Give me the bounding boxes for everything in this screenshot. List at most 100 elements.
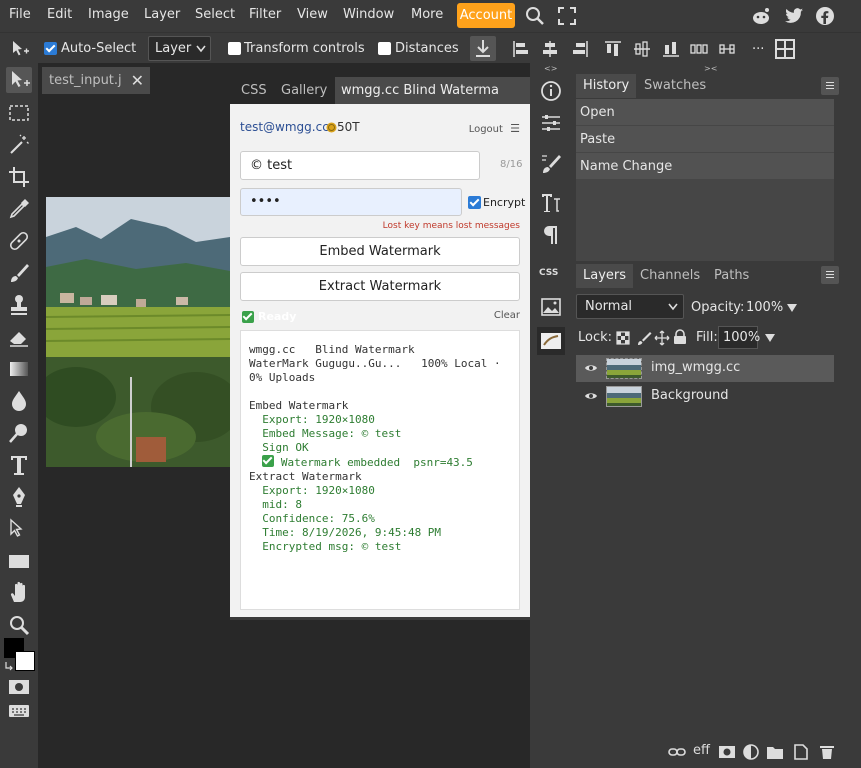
marquee-tool[interactable]: [6, 100, 32, 126]
embed-watermark-button[interactable]: Embed Watermark: [240, 237, 520, 266]
blur-tool[interactable]: [6, 388, 32, 414]
eraser-tool[interactable]: [6, 324, 32, 350]
lock-position-icon[interactable]: [654, 330, 670, 346]
tab-swatches[interactable]: Swatches: [644, 74, 706, 98]
layer-row[interactable]: Background: [576, 383, 834, 410]
transform-controls-checkbox[interactable]: [228, 42, 241, 55]
align-bottom-icon[interactable]: [662, 40, 680, 58]
brush-tool[interactable]: [6, 260, 32, 286]
tab-gallery[interactable]: Gallery: [281, 77, 327, 104]
visibility-eye-icon[interactable]: [584, 391, 598, 401]
layer-mode-select[interactable]: Layer: [148, 36, 211, 61]
history-item[interactable]: Open: [576, 99, 834, 126]
extract-watermark-button[interactable]: Extract Watermark: [240, 272, 520, 301]
keyboard-icon[interactable]: [8, 703, 30, 719]
stamp-tool[interactable]: [6, 292, 32, 318]
download-icon[interactable]: [470, 36, 496, 61]
gradient-tool[interactable]: [6, 356, 32, 382]
visibility-eye-icon[interactable]: [584, 363, 598, 373]
new-layer-icon[interactable]: [792, 743, 810, 761]
more-options[interactable]: ...: [752, 38, 764, 53]
css-panel-label[interactable]: CSS: [539, 268, 558, 278]
tab-history[interactable]: History: [576, 74, 637, 98]
tab-layers[interactable]: Layers: [576, 264, 634, 288]
hand-tool[interactable]: [6, 580, 32, 606]
menu-select[interactable]: Select: [195, 7, 235, 22]
align-right-icon[interactable]: [571, 40, 589, 58]
twitter-icon[interactable]: [783, 5, 805, 27]
info-icon[interactable]: [539, 79, 563, 103]
account-button[interactable]: Account: [457, 3, 515, 28]
adjustments-icon[interactable]: [539, 111, 563, 135]
blend-mode-select[interactable]: Normal: [576, 294, 684, 319]
clear-log-link[interactable]: Clear: [494, 310, 520, 321]
path-select-tool[interactable]: [6, 516, 32, 542]
fill-dropdown-icon[interactable]: [764, 333, 776, 343]
align-left-icon[interactable]: [512, 40, 530, 58]
paragraph-icon[interactable]: [539, 223, 563, 247]
watermark-plugin-icon[interactable]: [537, 327, 565, 355]
lock-transparency-icon[interactable]: [616, 331, 630, 345]
delete-layer-icon[interactable]: [818, 743, 836, 761]
facebook-icon[interactable]: [814, 5, 836, 27]
swap-colors-icon[interactable]: [4, 660, 16, 672]
align-center-v-icon[interactable]: [633, 40, 651, 58]
shape-tool[interactable]: [6, 548, 32, 574]
layer-row[interactable]: img_wmgg.cc: [576, 355, 834, 382]
layers-menu-button[interactable]: [821, 266, 839, 284]
lock-pixels-icon[interactable]: [636, 330, 652, 346]
tab-paths[interactable]: Paths: [714, 264, 749, 288]
menu-view[interactable]: View: [297, 7, 328, 22]
distances-checkbox[interactable]: [378, 42, 391, 55]
magic-wand-tool[interactable]: [6, 132, 32, 158]
menu-icon[interactable]: ☰: [510, 122, 520, 135]
adjustment-layer-icon[interactable]: [742, 743, 760, 761]
tab-blind-watermark[interactable]: wmgg.cc Blind Waterma: [335, 77, 530, 104]
collapse-right-icon[interactable]: ><: [704, 64, 717, 73]
layer-effects-button[interactable]: eff: [693, 743, 710, 758]
quick-mask-icon[interactable]: [8, 678, 30, 696]
logout-link[interactable]: Logout ☰: [469, 122, 520, 135]
opacity-dropdown-icon[interactable]: [786, 303, 798, 313]
message-input[interactable]: © test: [240, 151, 480, 180]
new-group-icon[interactable]: [766, 743, 784, 761]
menu-image[interactable]: Image: [88, 7, 129, 22]
tab-channels[interactable]: Channels: [640, 264, 700, 288]
move-tool[interactable]: [6, 67, 32, 93]
close-icon[interactable]: ✕: [131, 71, 144, 90]
history-menu-button[interactable]: [821, 77, 839, 95]
menu-window[interactable]: Window: [343, 7, 394, 22]
brush-settings-icon[interactable]: [539, 152, 563, 176]
reddit-icon[interactable]: [750, 5, 772, 27]
eyedropper-tool[interactable]: [6, 196, 32, 222]
encrypt-checkbox[interactable]: [468, 196, 481, 209]
distribute-v-icon[interactable]: [718, 40, 736, 58]
align-center-h-icon[interactable]: [541, 40, 559, 58]
fullscreen-icon[interactable]: [556, 5, 578, 27]
fill-input[interactable]: 100%: [718, 326, 760, 349]
lock-all-icon[interactable]: [673, 329, 687, 345]
search-icon[interactable]: [524, 5, 546, 27]
dodge-tool[interactable]: [6, 420, 32, 446]
tab-css[interactable]: CSS: [241, 77, 267, 104]
opacity-value[interactable]: 100%: [746, 300, 783, 315]
crop-tool[interactable]: [6, 164, 32, 190]
menu-edit[interactable]: Edit: [47, 7, 72, 22]
type-tool[interactable]: [6, 452, 32, 478]
document-tab[interactable]: test_input.j ✕: [42, 67, 150, 94]
menu-more[interactable]: More: [411, 7, 443, 22]
link-layers-icon[interactable]: [668, 743, 686, 761]
menu-layer[interactable]: Layer: [144, 7, 180, 22]
menu-filter[interactable]: Filter: [249, 7, 281, 22]
password-input[interactable]: ••••: [240, 188, 462, 216]
grid-icon[interactable]: [774, 38, 796, 60]
history-item[interactable]: Name Change: [576, 153, 834, 180]
auto-select-checkbox[interactable]: [44, 42, 57, 55]
pen-tool[interactable]: [6, 484, 32, 510]
character-icon[interactable]: [539, 191, 563, 215]
healing-tool[interactable]: [6, 228, 32, 254]
image-icon[interactable]: [539, 295, 563, 319]
zoom-tool[interactable]: [6, 612, 32, 638]
align-top-icon[interactable]: [604, 40, 622, 58]
canvas-image[interactable]: [46, 197, 230, 467]
